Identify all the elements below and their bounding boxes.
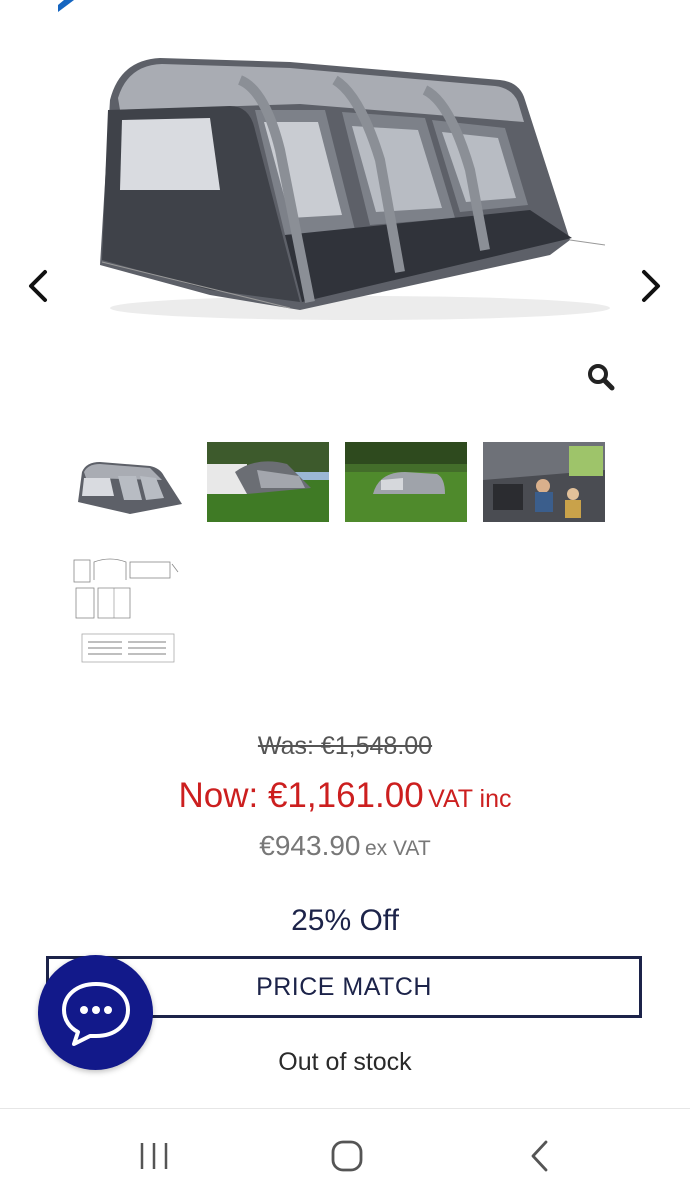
now-price-line: Now: €1,161.00 VAT inc	[0, 776, 690, 816]
back-button[interactable]	[510, 1126, 570, 1186]
chevron-left-icon	[29, 270, 47, 302]
thumbnail-awning[interactable]	[70, 442, 192, 522]
thumbnail-field[interactable]	[345, 442, 467, 522]
chat-button[interactable]	[38, 955, 153, 1070]
ex-vat-label: ex VAT	[364, 837, 431, 860]
recent-apps-button[interactable]	[124, 1126, 184, 1186]
now-price: Now: €1,161.00	[178, 776, 424, 815]
magnifier-icon	[588, 364, 615, 391]
product-main-image	[80, 40, 620, 340]
thumbnail-motorhome[interactable]	[207, 442, 329, 522]
vat-inc-label: VAT inc	[428, 785, 512, 813]
thumbnail-interior[interactable]	[483, 442, 605, 522]
home-button[interactable]	[317, 1126, 377, 1186]
home-icon	[331, 1140, 363, 1172]
back-icon	[531, 1140, 548, 1172]
recent-apps-icon	[140, 1143, 168, 1169]
gallery-prev-button[interactable]	[16, 264, 60, 308]
ex-vat-line: €943.90 ex VAT	[0, 830, 690, 862]
chevron-right-icon	[642, 270, 660, 302]
zoom-button[interactable]	[584, 360, 618, 394]
discount-label: 25% Off	[291, 904, 399, 937]
ex-vat-price: €943.90	[259, 830, 361, 861]
was-price: Was: €1,548.00	[257, 732, 433, 760]
gallery-next-button[interactable]	[629, 264, 673, 308]
chat-bubble-icon	[61, 981, 130, 1046]
corner-accent	[58, 0, 74, 12]
thumbnail-floorplan[interactable]	[70, 552, 180, 668]
